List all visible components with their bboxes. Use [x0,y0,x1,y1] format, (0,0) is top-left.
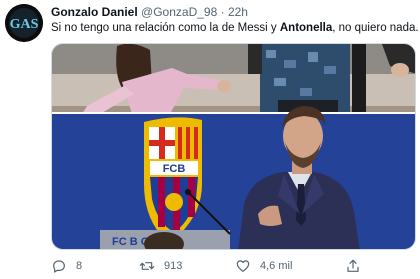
separator-dot: · [220,5,225,19]
like-count: 4,6 mil [260,260,293,272]
avatar-text: GAS [10,17,39,32]
tweet-text-bold: Antonella [279,22,333,34]
reply-count: 8 [76,260,83,272]
reply-icon [53,260,65,273]
tweet-text-part-2: , no quiero nada. [332,22,419,34]
tweet-media[interactable]: FCB FC B ONA [51,43,416,250]
display-name[interactable]: Gonzalo Daniel [51,5,138,19]
like-button[interactable]: 4,6 mil [235,256,292,276]
reply-button[interactable]: 8 [51,256,82,276]
avatar[interactable]: GAS [5,4,43,42]
tweet[interactable]: GAS Gonzalo Daniel @GonzaD_98 · 22h Si n… [0,0,420,279]
tweet-header: Gonzalo Daniel @GonzaD_98 · 22h [51,4,248,20]
share-button[interactable] [345,256,361,276]
tweet-actions: 8 913 4,6 mil [51,256,416,276]
share-icon [347,259,359,272]
crest-initials: FCB [163,163,186,175]
timestamp[interactable]: 22h [228,5,248,19]
retweet-icon [139,262,155,270]
media-image: FCB FC B ONA [52,44,415,249]
heart-icon [236,260,250,272]
retweet-count: 913 [164,260,183,272]
tweet-text-part-1: Si no tengo una relación como la de Mess… [51,22,280,34]
tweet-text: Si no tengo una relación como la de Mess… [51,21,419,36]
retweet-button[interactable]: 913 [139,256,182,276]
handle[interactable]: @GonzaD_98 [141,5,217,19]
